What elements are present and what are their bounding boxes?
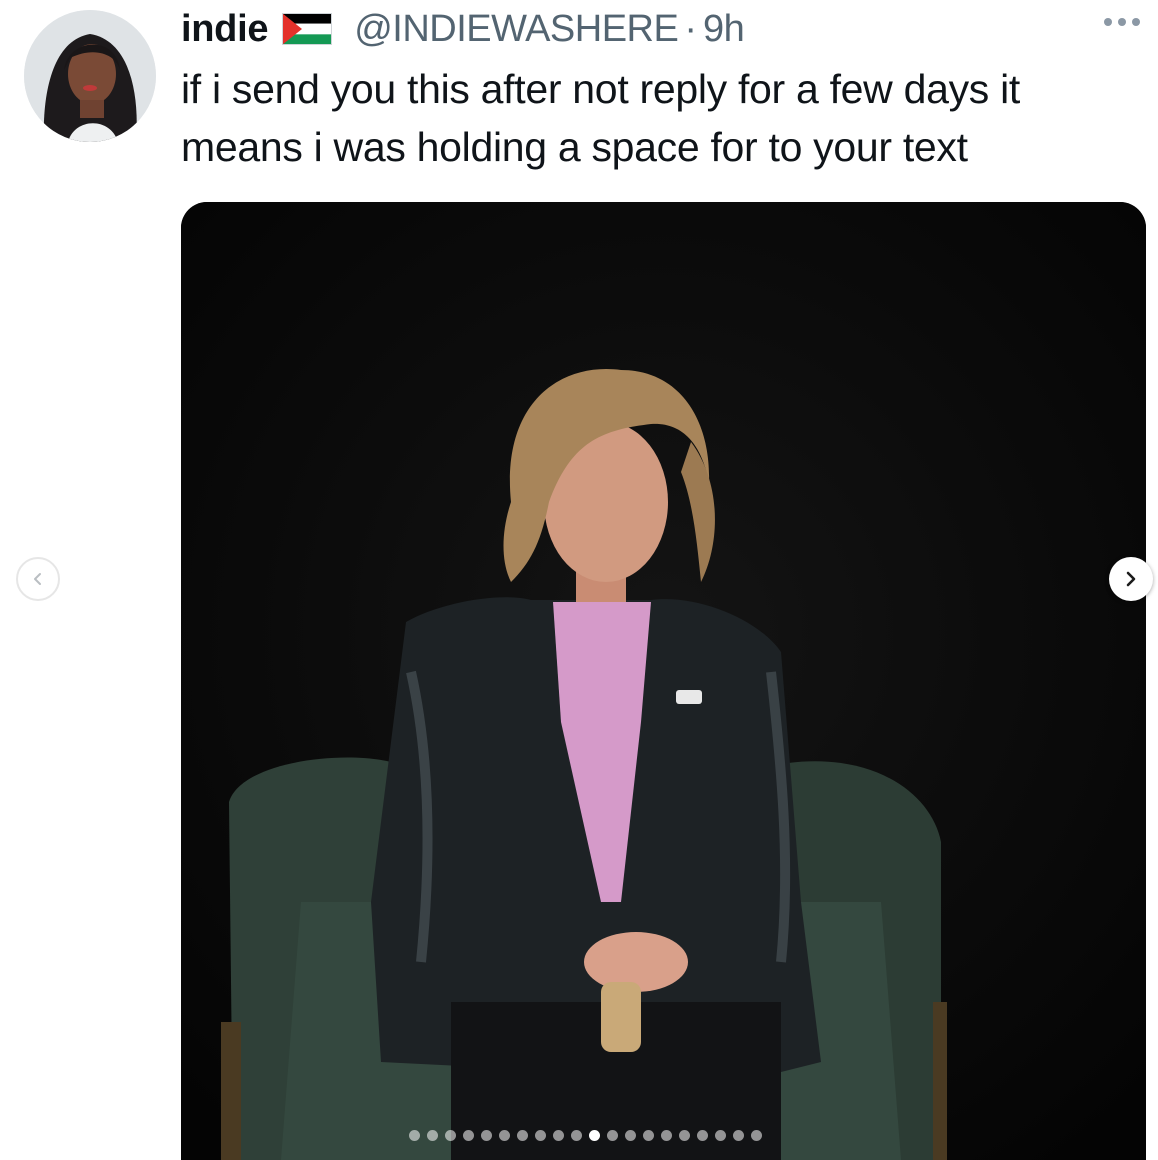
carousel-dot[interactable] [481,1130,492,1141]
carousel-prev-button[interactable] [16,557,60,601]
more-options-icon[interactable] [1104,18,1140,26]
carousel-dot[interactable] [733,1130,744,1141]
user-handle[interactable]: @INDIEWASHERE [354,8,679,51]
carousel-dot[interactable] [409,1130,420,1141]
carousel-dot[interactable] [463,1130,474,1141]
video-frame-image [181,202,1146,1160]
display-name[interactable]: indie [181,8,268,51]
carousel-dot[interactable] [535,1130,546,1141]
carousel-dot[interactable] [625,1130,636,1141]
carousel-dot[interactable] [607,1130,618,1141]
tweet-media[interactable] [181,202,1146,1160]
carousel-dot[interactable] [517,1130,528,1141]
carousel-next-button[interactable] [1109,557,1153,601]
chevron-right-icon [1126,571,1136,587]
tweet-header: indie @INDIEWASHERE · 9h [181,4,745,54]
avatar-image [24,10,156,142]
carousel-dot[interactable] [499,1130,510,1141]
carousel-dot[interactable] [445,1130,456,1141]
carousel-dot-active[interactable] [589,1130,600,1141]
timestamp[interactable]: 9h [703,8,745,51]
tweet-text: if i send you this after not reply for a… [181,66,1020,170]
chevron-left-icon [34,573,41,585]
carousel-dot[interactable] [679,1130,690,1141]
carousel-dot[interactable] [715,1130,726,1141]
carousel-dot[interactable] [661,1130,672,1141]
palestine-flag-icon [282,13,333,45]
carousel-dot[interactable] [553,1130,564,1141]
carousel-dot[interactable] [643,1130,654,1141]
carousel-dot[interactable] [697,1130,708,1141]
carousel-dot[interactable] [571,1130,582,1141]
carousel-dot[interactable] [751,1130,762,1141]
carousel-pagination [409,1130,762,1141]
carousel-dot[interactable] [427,1130,438,1141]
separator-dot: · [684,7,697,50]
avatar[interactable] [24,10,156,142]
